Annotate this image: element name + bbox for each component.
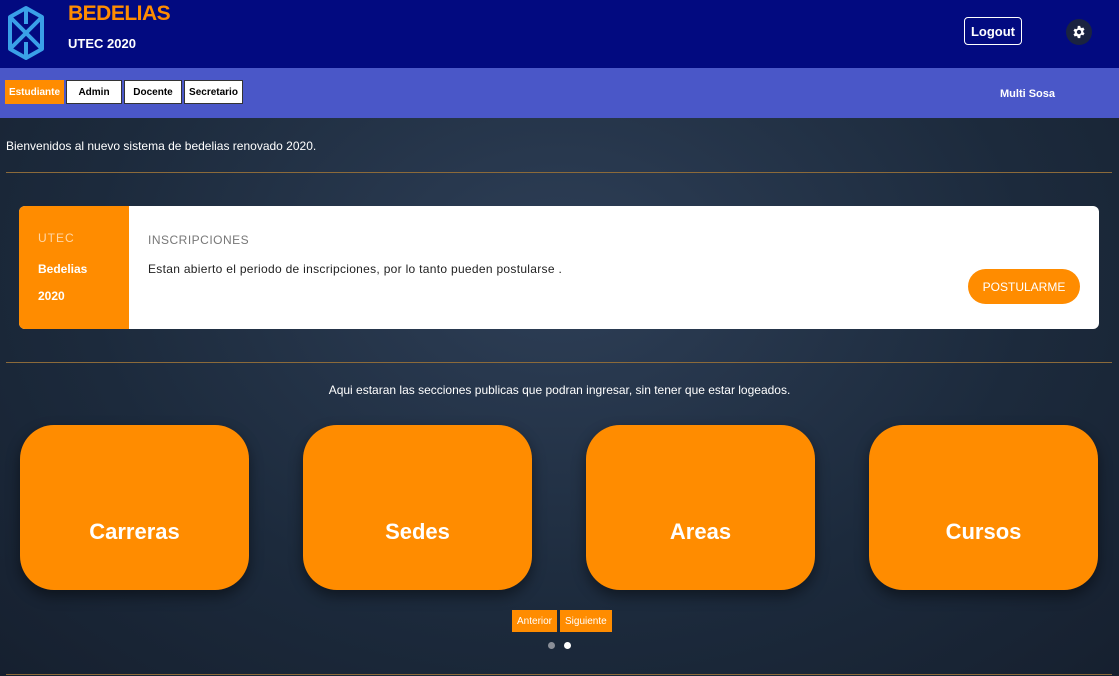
postularme-button[interactable]: POSTULARME: [968, 269, 1080, 304]
welcome-text: Bienvenidos al nuevo sistema de bedelias…: [6, 139, 317, 153]
brand-title: BEDELIAS: [68, 2, 171, 25]
role-nav: Estudiante Admin Docente Secretario Mult…: [0, 68, 1119, 118]
tab-estudiante[interactable]: Estudiante: [5, 80, 64, 104]
announcement-text: Estan abierto el periodo de inscripcione…: [148, 262, 563, 276]
tile-label: Sedes: [385, 518, 450, 544]
tab-secretario[interactable]: Secretario: [184, 80, 243, 104]
side-label-bedelias: Bedelias: [38, 262, 88, 276]
brand-subtitle: UTEC 2020: [68, 36, 136, 51]
tile-carreras[interactable]: Carreras: [20, 425, 249, 590]
tile-label: Cursos: [945, 518, 1022, 544]
tile-sedes[interactable]: Sedes: [303, 425, 532, 590]
top-header: BEDELIAS UTEC 2020 Logout: [0, 0, 1119, 68]
side-label-utec: UTEC: [38, 231, 75, 245]
announcement-heading: INSCRIPCIONES: [148, 233, 250, 247]
divider: [6, 362, 1112, 363]
tile-label: Carreras: [89, 518, 180, 544]
gear-icon: [1073, 25, 1085, 39]
tile-areas[interactable]: Areas: [586, 425, 815, 590]
settings-button[interactable]: [1066, 19, 1092, 45]
announcement-side-panel: UTEC Bedelias 2020: [19, 206, 129, 329]
divider: [6, 674, 1112, 675]
side-label-year: 2020: [38, 289, 65, 303]
tab-admin[interactable]: Admin: [66, 80, 122, 104]
tile-label: Areas: [669, 518, 732, 544]
carousel-dot-1[interactable]: [548, 642, 555, 649]
next-button[interactable]: Siguiente: [560, 610, 612, 632]
hexagon-logo-icon: [6, 4, 46, 62]
previous-button[interactable]: Anterior: [512, 610, 558, 632]
carousel-dot-2[interactable]: [564, 642, 571, 649]
announcement-card: UTEC Bedelias 2020 INSCRIPCIONES Estan a…: [19, 206, 1099, 329]
user-name: Multi Sosa: [1000, 88, 1056, 100]
divider: [6, 172, 1112, 173]
sections-note: Aqui estaran las secciones publicas que …: [328, 383, 791, 397]
tab-docente[interactable]: Docente: [124, 80, 182, 104]
tile-cursos[interactable]: Cursos: [869, 425, 1098, 590]
logout-button[interactable]: Logout: [964, 17, 1022, 45]
